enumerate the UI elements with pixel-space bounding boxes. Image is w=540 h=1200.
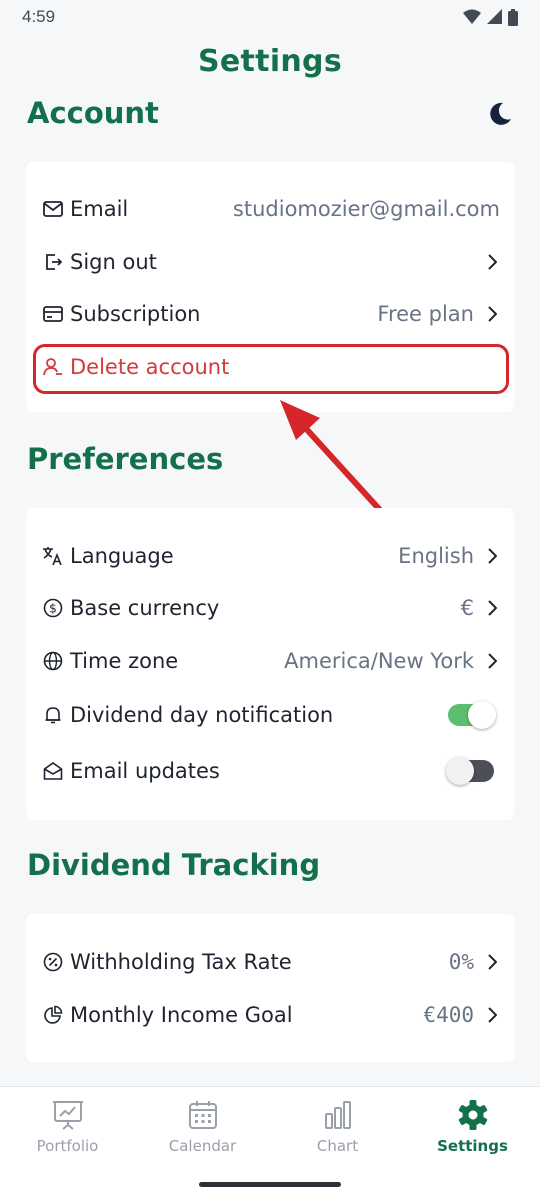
dividend-notification-row: Dividend day notification bbox=[42, 695, 496, 735]
chart-presentation-icon bbox=[52, 1101, 83, 1130]
language-label: Language bbox=[70, 544, 174, 568]
dividend-notification-label: Dividend day notification bbox=[70, 703, 334, 727]
mail-icon bbox=[42, 198, 64, 220]
toggle-knob bbox=[468, 701, 496, 729]
time-zone-label: Time zone bbox=[70, 649, 179, 673]
chevron-right-icon bbox=[484, 251, 500, 273]
svg-text:$: $ bbox=[49, 602, 57, 616]
base-currency-row[interactable]: $ Base currency € bbox=[42, 588, 500, 628]
email-row: Email studiomozier@gmail.com bbox=[42, 189, 500, 229]
dividend-notification-toggle[interactable] bbox=[448, 701, 496, 729]
nav-item-settings[interactable]: Settings bbox=[405, 1099, 540, 1169]
toggle-knob bbox=[446, 757, 474, 785]
page-title: Settings bbox=[197, 44, 342, 79]
base-currency-label: Base currency bbox=[70, 596, 220, 620]
withholding-tax-label: Withholding Tax Rate bbox=[70, 950, 292, 974]
dividend-tracking-section-title: Dividend Tracking bbox=[27, 848, 321, 882]
subscription-label: Subscription bbox=[70, 302, 201, 326]
globe-icon bbox=[42, 650, 64, 672]
gear-icon bbox=[458, 1100, 487, 1130]
status-bar: 4:59 bbox=[0, 0, 540, 34]
cellular-icon bbox=[487, 9, 502, 24]
chevron-right-icon bbox=[484, 545, 500, 567]
sign-out-icon bbox=[42, 251, 64, 273]
bell-icon bbox=[42, 704, 64, 726]
credit-card-icon bbox=[42, 303, 64, 325]
chevron-right-icon bbox=[484, 650, 500, 672]
base-currency-value: € bbox=[460, 596, 474, 620]
withholding-tax-row[interactable]: Withholding Tax Rate 0% bbox=[42, 942, 500, 982]
wifi-icon bbox=[463, 9, 481, 24]
sign-out-row[interactable]: Sign out bbox=[42, 242, 500, 282]
sign-out-label: Sign out bbox=[70, 250, 157, 274]
chevron-right-icon bbox=[484, 303, 500, 325]
nav-label-calendar: Calendar bbox=[168, 1137, 237, 1155]
withholding-tax-value: 0% bbox=[448, 950, 474, 974]
account-section-title: Account bbox=[27, 96, 159, 130]
status-time: 4:59 bbox=[22, 7, 56, 26]
calendar-icon bbox=[188, 1101, 217, 1129]
pie-chart-icon bbox=[42, 1004, 64, 1026]
preferences-card: Language English $ Base currency € Time … bbox=[26, 508, 514, 820]
monthly-goal-label: Monthly Income Goal bbox=[70, 1003, 293, 1027]
nav-item-portfolio[interactable]: Portfolio bbox=[0, 1099, 135, 1169]
nav-item-calendar[interactable]: Calendar bbox=[135, 1099, 270, 1169]
email-updates-row: Email updates bbox=[42, 751, 494, 791]
language-row[interactable]: Language English bbox=[42, 536, 500, 576]
dividend-tracking-card: Withholding Tax Rate 0% Monthly Income G… bbox=[26, 914, 514, 1062]
open-mail-icon bbox=[42, 760, 64, 782]
nav-label-chart: Chart bbox=[316, 1137, 359, 1155]
dark-mode-moon-icon[interactable] bbox=[486, 100, 514, 128]
email-value: studiomozier@gmail.com bbox=[232, 197, 500, 221]
subscription-value: Free plan bbox=[377, 302, 474, 326]
annotation-arrow-icon bbox=[280, 400, 383, 513]
nav-item-chart[interactable]: Chart bbox=[270, 1099, 405, 1169]
chevron-right-icon bbox=[484, 1004, 500, 1026]
battery-icon bbox=[508, 8, 518, 26]
nav-label-settings: Settings bbox=[437, 1137, 508, 1155]
nav-label-portfolio: Portfolio bbox=[36, 1137, 99, 1155]
email-updates-label: Email updates bbox=[70, 759, 220, 783]
translate-icon bbox=[42, 545, 64, 567]
monthly-goal-value: €400 bbox=[423, 1003, 474, 1027]
dollar-circle-icon: $ bbox=[42, 597, 64, 619]
home-indicator bbox=[199, 1182, 341, 1187]
annotation-highlight-box bbox=[33, 344, 509, 394]
monthly-goal-row[interactable]: Monthly Income Goal €400 bbox=[42, 995, 500, 1035]
subscription-row[interactable]: Subscription Free plan bbox=[42, 294, 500, 334]
time-zone-row[interactable]: Time zone America/New York bbox=[42, 641, 500, 681]
chevron-right-icon bbox=[484, 951, 500, 973]
email-updates-toggle[interactable] bbox=[446, 757, 494, 785]
language-value: English bbox=[398, 544, 474, 568]
preferences-section-title: Preferences bbox=[27, 442, 224, 476]
status-icons bbox=[463, 8, 518, 26]
chevron-right-icon bbox=[484, 597, 500, 619]
time-zone-value: America/New York bbox=[284, 649, 474, 673]
percent-badge-icon bbox=[42, 951, 64, 973]
bar-chart-icon bbox=[324, 1101, 351, 1129]
email-label: Email bbox=[70, 197, 129, 221]
